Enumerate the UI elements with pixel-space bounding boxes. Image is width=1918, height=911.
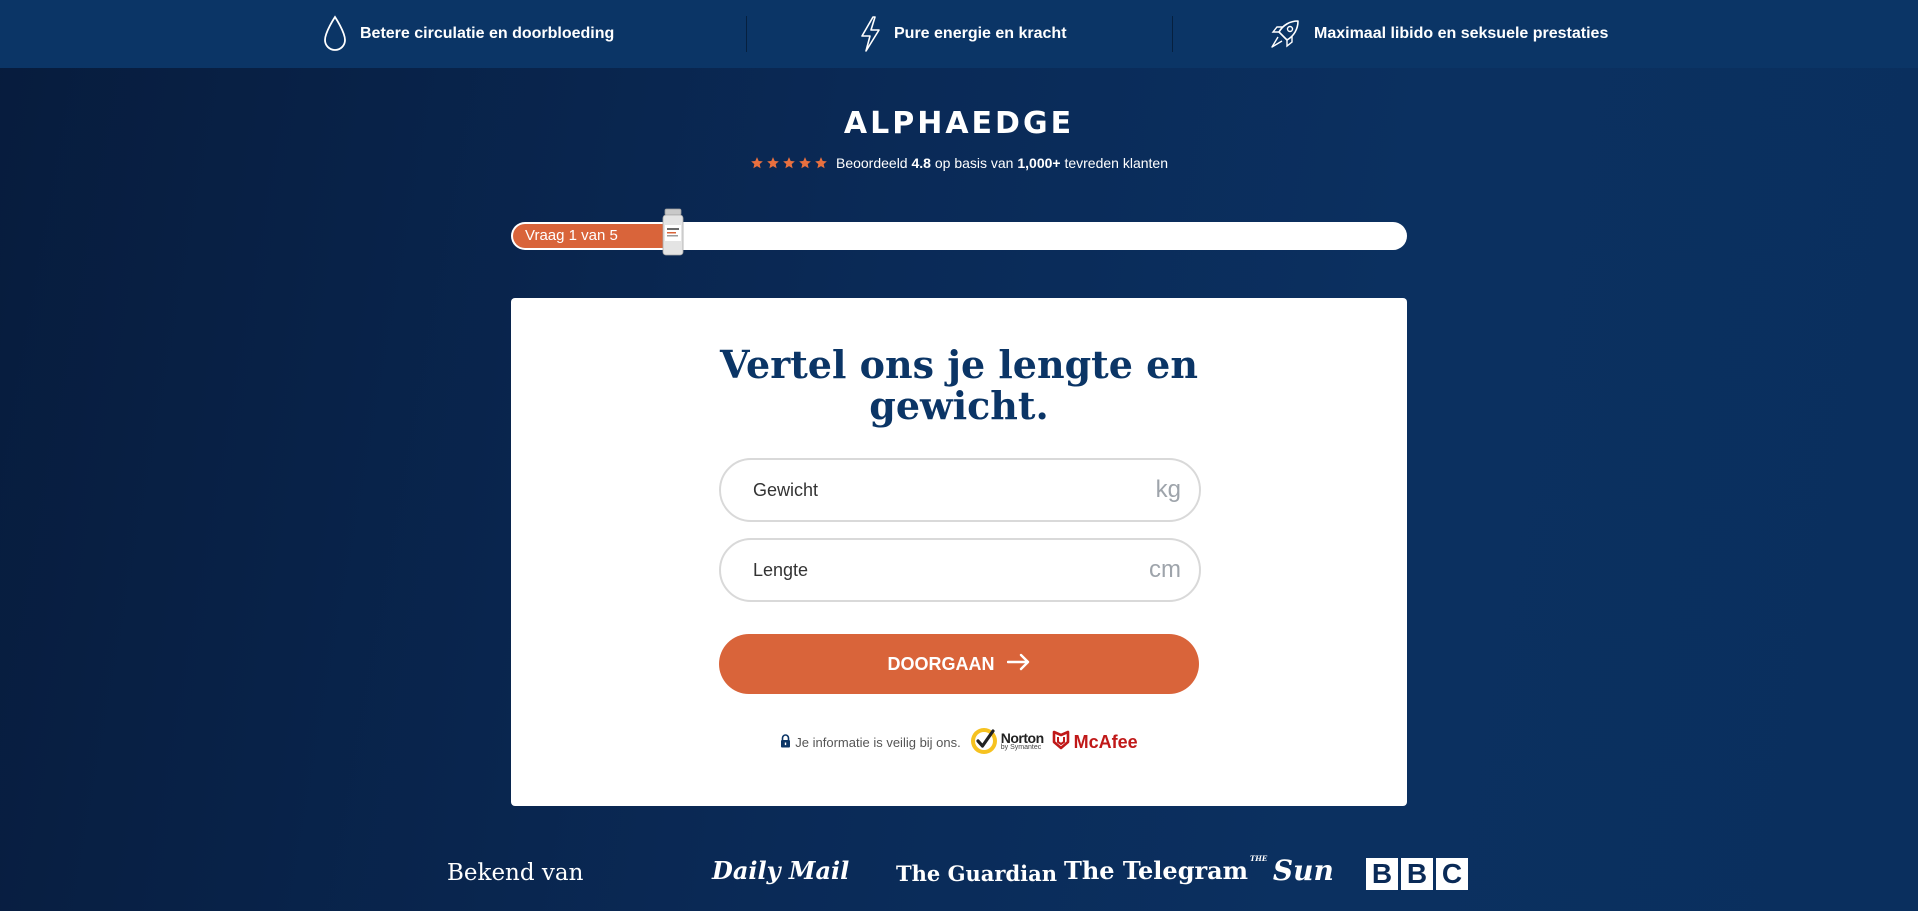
norton-check-icon [969,726,999,759]
star-icon [751,157,763,169]
quiz-progress-bar: Vraag 1 van 5 [511,208,1407,256]
progress-label: Vraag 1 van 5 [525,227,618,244]
continue-button[interactable]: DOORGAAN [719,634,1199,694]
norton-logo: Norton by Symantec [969,726,1044,759]
bbc-letter: B [1366,858,1398,890]
star-icon [799,157,811,169]
benefit-label: Pure energie en kracht [894,25,1067,42]
weight-input[interactable] [753,460,1113,520]
question-title-line: gewicht. [869,383,1049,428]
security-message: Je informatie is veilig bij ons. [780,734,961,751]
sun-logo: THE Sun [1250,854,1334,887]
height-unit: cm [1149,556,1181,583]
divider [746,16,747,52]
bbc-logo: B B C [1366,858,1468,890]
mcafee-shield-icon [1052,730,1070,755]
norton-sub: by Symantec [1000,743,1042,751]
weight-field[interactable]: kg [719,458,1201,522]
rating-count: 1,000+ [1017,155,1061,171]
star-icon [783,157,795,169]
quiz-card: Vertel ons je lengte en gewicht. kg cm D… [511,298,1407,806]
rating-prefix: Beoordeeld [835,155,908,171]
mcafee-logo: McAfee [1052,730,1138,755]
benefit-label: Betere circulatie en doorbloeding [360,25,615,42]
benefit-label: Maximaal libido en seksuele prestaties [1314,25,1609,42]
telegram-logo: The Telegram [1064,856,1249,885]
rating-middle: op basis van [934,155,1014,171]
star-icon [815,157,827,169]
rating-score: 4.8 [911,155,931,171]
benefits-bar: Betere circulatie en doorbloeding Pure e… [0,0,1918,68]
height-input[interactable] [753,540,1113,600]
brand-logo[interactable]: ALPHAEDGE [0,106,1918,141]
height-field[interactable]: cm [719,538,1201,602]
sun-logo-small: THE [1250,854,1268,863]
weight-unit: kg [1155,476,1181,503]
security-text: Je informatie is veilig bij ons. [795,735,961,750]
rating-stars [750,156,828,170]
bbc-letter: C [1436,858,1468,890]
question-title-line: Vertel ons je lengte en [720,342,1198,387]
water-drop-icon [322,15,348,53]
star-icon [767,157,779,169]
security-note: Je informatie is veilig bij ons. Norton … [511,726,1407,759]
question-title: Vertel ons je lengte en gewicht. [511,344,1407,426]
product-bottle-icon [660,208,686,256]
lock-icon [780,734,791,751]
benefit-energy: Pure energie en kracht [858,0,1067,68]
press-label: Bekend van [447,860,584,886]
guardian-logo: The Guardian [896,861,1057,886]
norton-name: Norton [1000,729,1044,746]
rating-text: Beoordeeld 4.8 op basis van 1,000+ tevre… [836,155,1168,171]
rocket-icon [1268,17,1302,51]
bbc-letter: B [1401,858,1433,890]
arrow-right-icon [1006,653,1031,676]
benefit-libido: Maximaal libido en seksuele prestaties [1268,0,1608,68]
divider [1172,16,1173,52]
daily-mail-logo: Daily Mail [712,856,850,885]
continue-button-label: DOORGAAN [887,653,995,674]
lightning-icon [858,15,882,53]
norton-text: Norton by Symantec [1000,729,1044,753]
rating-suffix: tevreden klanten [1064,155,1168,171]
mcafee-text: McAfee [1073,732,1138,752]
rating-summary: Beoordeeld 4.8 op basis van 1,000+ tevre… [0,155,1918,171]
sun-logo-text: Sun [1272,854,1334,887]
benefit-circulation: Betere circulatie en doorbloeding [322,0,614,68]
